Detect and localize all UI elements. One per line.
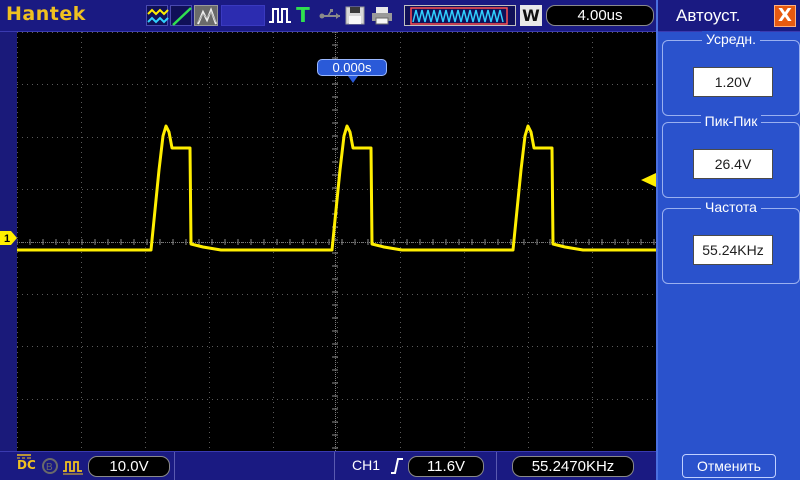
svg-text:B: B [46,462,53,473]
measurement-frequency[interactable]: Частота 55.24KHz [662,199,800,284]
panel-header: Автоуст. X [658,0,800,32]
measurement-value: 1.20V [693,67,773,97]
wave-overview-icon[interactable] [404,5,516,26]
wave-mode-icon[interactable]: W [520,5,542,26]
auto-setup-panel: Автоуст. X Усредн. 1.20V Пик-Пик 26.4V Ч… [656,0,800,480]
persistence-icon[interactable] [194,5,218,26]
frequency-counter: 55.2470KHz [512,456,634,477]
measurement-label: Частота [701,199,761,215]
trigger-mode-icon[interactable]: T [294,5,312,26]
divider [496,452,497,480]
divider [334,452,335,480]
trigger-position-value: 0.000s [332,60,372,75]
trigger-source[interactable]: CH1 [352,457,380,473]
channel-1-waveform [17,124,656,252]
coupling-label: DC [17,458,36,472]
channel-marker-label: 1 [4,233,10,245]
brand-logo: Hantek [6,3,86,25]
measurement-label: Усредн. [701,31,760,47]
trigger-level-icon[interactable] [641,172,657,188]
panel-title: Автоуст. [676,6,741,25]
print-icon[interactable] [370,5,394,26]
trigger-position-readout[interactable]: 0.000s [317,59,387,83]
bandwidth-limit-icon[interactable]: B [40,457,60,475]
waveform-display[interactable]: 0.000s [17,32,656,451]
acquire-mode-icon[interactable] [146,5,169,26]
status-indicator [221,5,265,26]
measurement-peak-to-peak[interactable]: Пик-Пик 26.4V [662,113,800,198]
trigger-position-arrow-icon [348,76,358,83]
probe-icon[interactable] [62,457,84,475]
divider [174,452,175,480]
timebase-display[interactable]: 4.00us [546,5,654,26]
measurement-average[interactable]: Усредн. 1.20V [662,31,800,116]
cancel-button[interactable]: Отменить [682,454,776,478]
close-button[interactable]: X [774,5,796,27]
channel-1-marker-icon[interactable]: 1 [0,231,17,245]
dc-coupling-symbol [17,454,31,459]
measurement-value: 55.24KHz [693,235,773,265]
usb-icon[interactable] [318,5,342,26]
dc-coupling-icon[interactable]: DC [17,454,36,472]
trigger-level-value[interactable]: 11.6V [408,456,484,477]
pulse-icon[interactable] [268,5,292,26]
status-bar: DC B 10.0V CH1 11.6V 55.2470KHz [0,451,656,480]
save-icon[interactable] [344,5,366,26]
top-toolbar: Hantek T W 4.00us [0,0,656,32]
volts-per-div[interactable]: 10.0V [88,456,170,477]
ramp-icon[interactable] [170,5,192,26]
rising-edge-icon[interactable] [390,457,404,475]
measurement-value: 26.4V [693,149,773,179]
measurement-label: Пик-Пик [700,113,762,129]
